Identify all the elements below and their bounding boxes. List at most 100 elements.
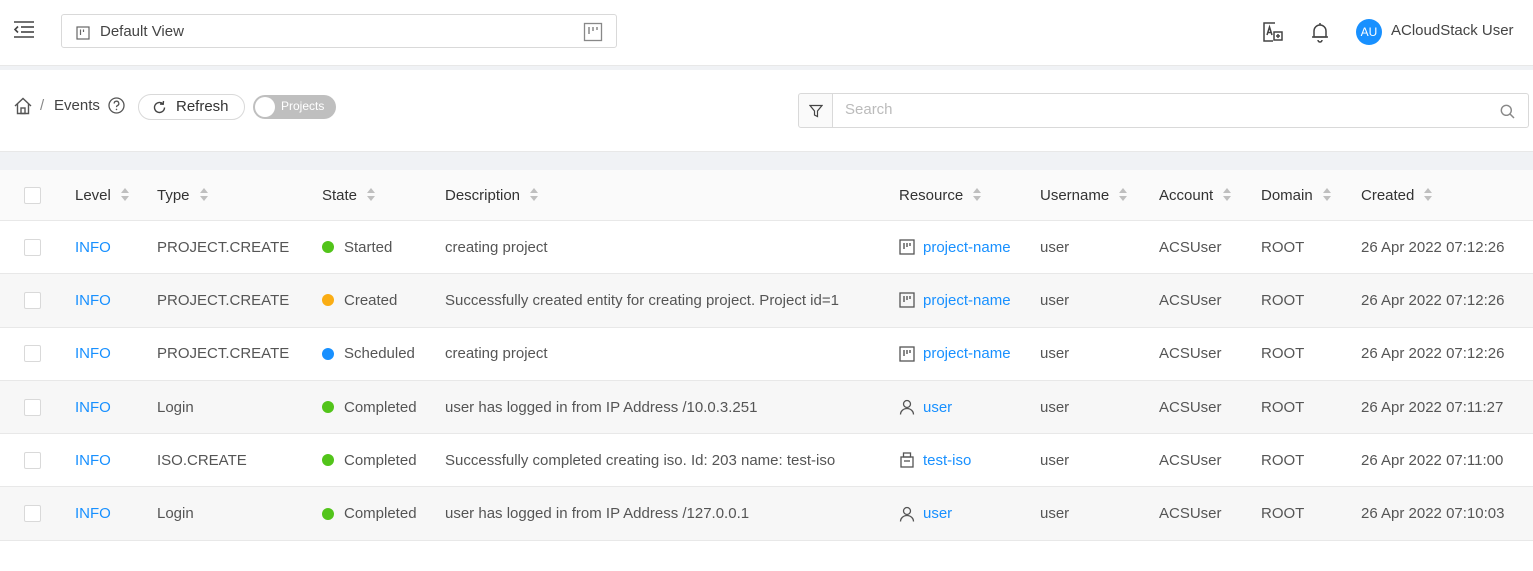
sort-icon	[367, 188, 376, 202]
table-row[interactable]: INFO PROJECT.CREATE Created Successfully…	[0, 274, 1533, 328]
filter-button[interactable]	[798, 93, 833, 128]
resource-link[interactable]: project-name	[923, 292, 1011, 309]
resource-cell: user	[899, 381, 952, 433]
status-dot	[322, 241, 334, 254]
user-name[interactable]: ACloudStack User	[1391, 22, 1514, 39]
column-header-account[interactable]: Account	[1159, 170, 1232, 220]
row-checkbox[interactable]	[24, 451, 41, 469]
table-footer	[0, 540, 1533, 571]
sort-icon	[973, 188, 982, 202]
column-header-resource[interactable]: Resource	[899, 170, 982, 220]
column-header-label: Type	[157, 186, 190, 204]
created-cell: 26 Apr 2022 07:10:03	[1361, 505, 1505, 523]
table-row[interactable]: INFO Login Completed user has logged in …	[0, 380, 1533, 435]
toggle-knob	[255, 97, 275, 117]
row-checkbox[interactable]	[24, 398, 41, 416]
menu-collapse-icon[interactable]	[12, 18, 36, 42]
row-checkbox[interactable]	[24, 238, 41, 256]
domain-cell: ROOT	[1261, 238, 1305, 256]
created-cell: 26 Apr 2022 07:12:26	[1361, 238, 1505, 256]
search-box	[832, 93, 1529, 128]
project-icon	[583, 22, 603, 42]
description-cell: user has logged in from IP Address /10.0…	[445, 398, 758, 416]
avatar[interactable]: AU	[1356, 19, 1382, 45]
type-cell: Login	[157, 398, 194, 416]
username-cell: user	[1040, 345, 1070, 363]
level-cell[interactable]: INFO	[75, 487, 111, 539]
column-header-type[interactable]: Type	[157, 170, 208, 220]
resource-link[interactable]: project-name	[923, 239, 1011, 256]
resource-link[interactable]: project-name	[923, 345, 1011, 362]
domain-cell: ROOT	[1261, 291, 1305, 309]
column-header-username[interactable]: Username	[1040, 170, 1128, 220]
resource-cell: project-name	[899, 274, 1011, 326]
username-cell: user	[1040, 291, 1070, 309]
table-row[interactable]: INFO PROJECT.CREATE Scheduled creating p…	[0, 327, 1533, 381]
created-cell: 26 Apr 2022 07:12:26	[1361, 345, 1505, 363]
level-cell[interactable]: INFO	[75, 221, 111, 273]
description-cell: Successfully completed creating iso. Id:…	[445, 451, 836, 469]
created-cell: 26 Apr 2022 07:11:27	[1361, 398, 1504, 416]
search-icon[interactable]	[1500, 104, 1515, 119]
projects-toggle-label: Projects	[281, 99, 325, 113]
page-toolbar: / Events Refresh Projects	[0, 70, 1533, 152]
projects-toggle[interactable]: Projects	[253, 95, 336, 119]
level-cell[interactable]: INFO	[75, 328, 111, 380]
bell-icon[interactable]	[1308, 20, 1332, 44]
column-header-label: Domain	[1261, 186, 1313, 204]
state-label: Scheduled	[344, 345, 415, 363]
sort-icon	[530, 188, 539, 202]
select-all-checkbox[interactable]	[24, 186, 41, 204]
column-header-label: Account	[1159, 186, 1214, 204]
description-cell: creating project	[445, 238, 548, 256]
domain-cell: ROOT	[1261, 345, 1305, 363]
resource-link[interactable]: user	[923, 399, 952, 416]
select-all-cell	[24, 170, 41, 220]
translate-icon[interactable]	[1261, 20, 1285, 44]
project-icon	[899, 346, 915, 362]
project-icon	[76, 26, 90, 40]
state-cell: Created	[322, 274, 397, 326]
state-label: Started	[344, 238, 393, 256]
project-selector[interactable]: Default View	[61, 14, 617, 48]
level-cell[interactable]: INFO	[75, 434, 111, 486]
search-input[interactable]	[845, 101, 1485, 118]
status-dot	[322, 454, 334, 467]
created-cell: 26 Apr 2022 07:12:26	[1361, 291, 1505, 309]
column-header-domain[interactable]: Domain	[1261, 170, 1331, 220]
table-row[interactable]: INFO Login Completed user has logged in …	[0, 487, 1533, 541]
resource-link[interactable]: user	[923, 505, 952, 522]
column-header-level[interactable]: Level	[75, 170, 129, 220]
row-checkbox[interactable]	[24, 345, 41, 363]
column-header-label: State	[322, 186, 358, 204]
help-icon[interactable]	[108, 97, 125, 114]
column-header-state[interactable]: State	[322, 170, 376, 220]
table-header: Level Type State Description Resource Us…	[0, 170, 1533, 221]
refresh-button[interactable]: Refresh	[138, 94, 245, 120]
table-row[interactable]: INFO ISO.CREATE Completed Successfully c…	[0, 434, 1533, 488]
username-cell: user	[1040, 505, 1070, 523]
column-header-label: Level	[75, 186, 111, 204]
level-cell[interactable]: INFO	[75, 381, 111, 433]
table-row[interactable]: INFO PROJECT.CREATE Started creating pro…	[0, 221, 1533, 275]
description-cell: user has logged in from IP Address /127.…	[445, 505, 750, 523]
column-header-description[interactable]: Description	[445, 170, 539, 220]
level-cell[interactable]: INFO	[75, 274, 111, 326]
account-cell: ACSUser	[1159, 451, 1222, 469]
column-header-label: Created	[1361, 186, 1415, 204]
username-cell: user	[1040, 451, 1070, 469]
home-icon[interactable]	[13, 96, 33, 116]
account-cell: ACSUser	[1159, 345, 1222, 363]
row-checkbox[interactable]	[24, 291, 41, 309]
page-title: Events	[54, 97, 100, 114]
row-select-cell	[24, 221, 41, 273]
refresh-icon	[152, 100, 167, 115]
column-header-label: Username	[1040, 186, 1110, 204]
resource-link[interactable]: test-iso	[923, 452, 971, 469]
type-cell: PROJECT.CREATE	[157, 345, 290, 363]
state-label: Completed	[344, 505, 417, 523]
user-icon	[899, 506, 915, 522]
row-select-cell	[24, 381, 41, 433]
column-header-created[interactable]: Created	[1361, 170, 1433, 220]
row-checkbox[interactable]	[24, 505, 41, 523]
